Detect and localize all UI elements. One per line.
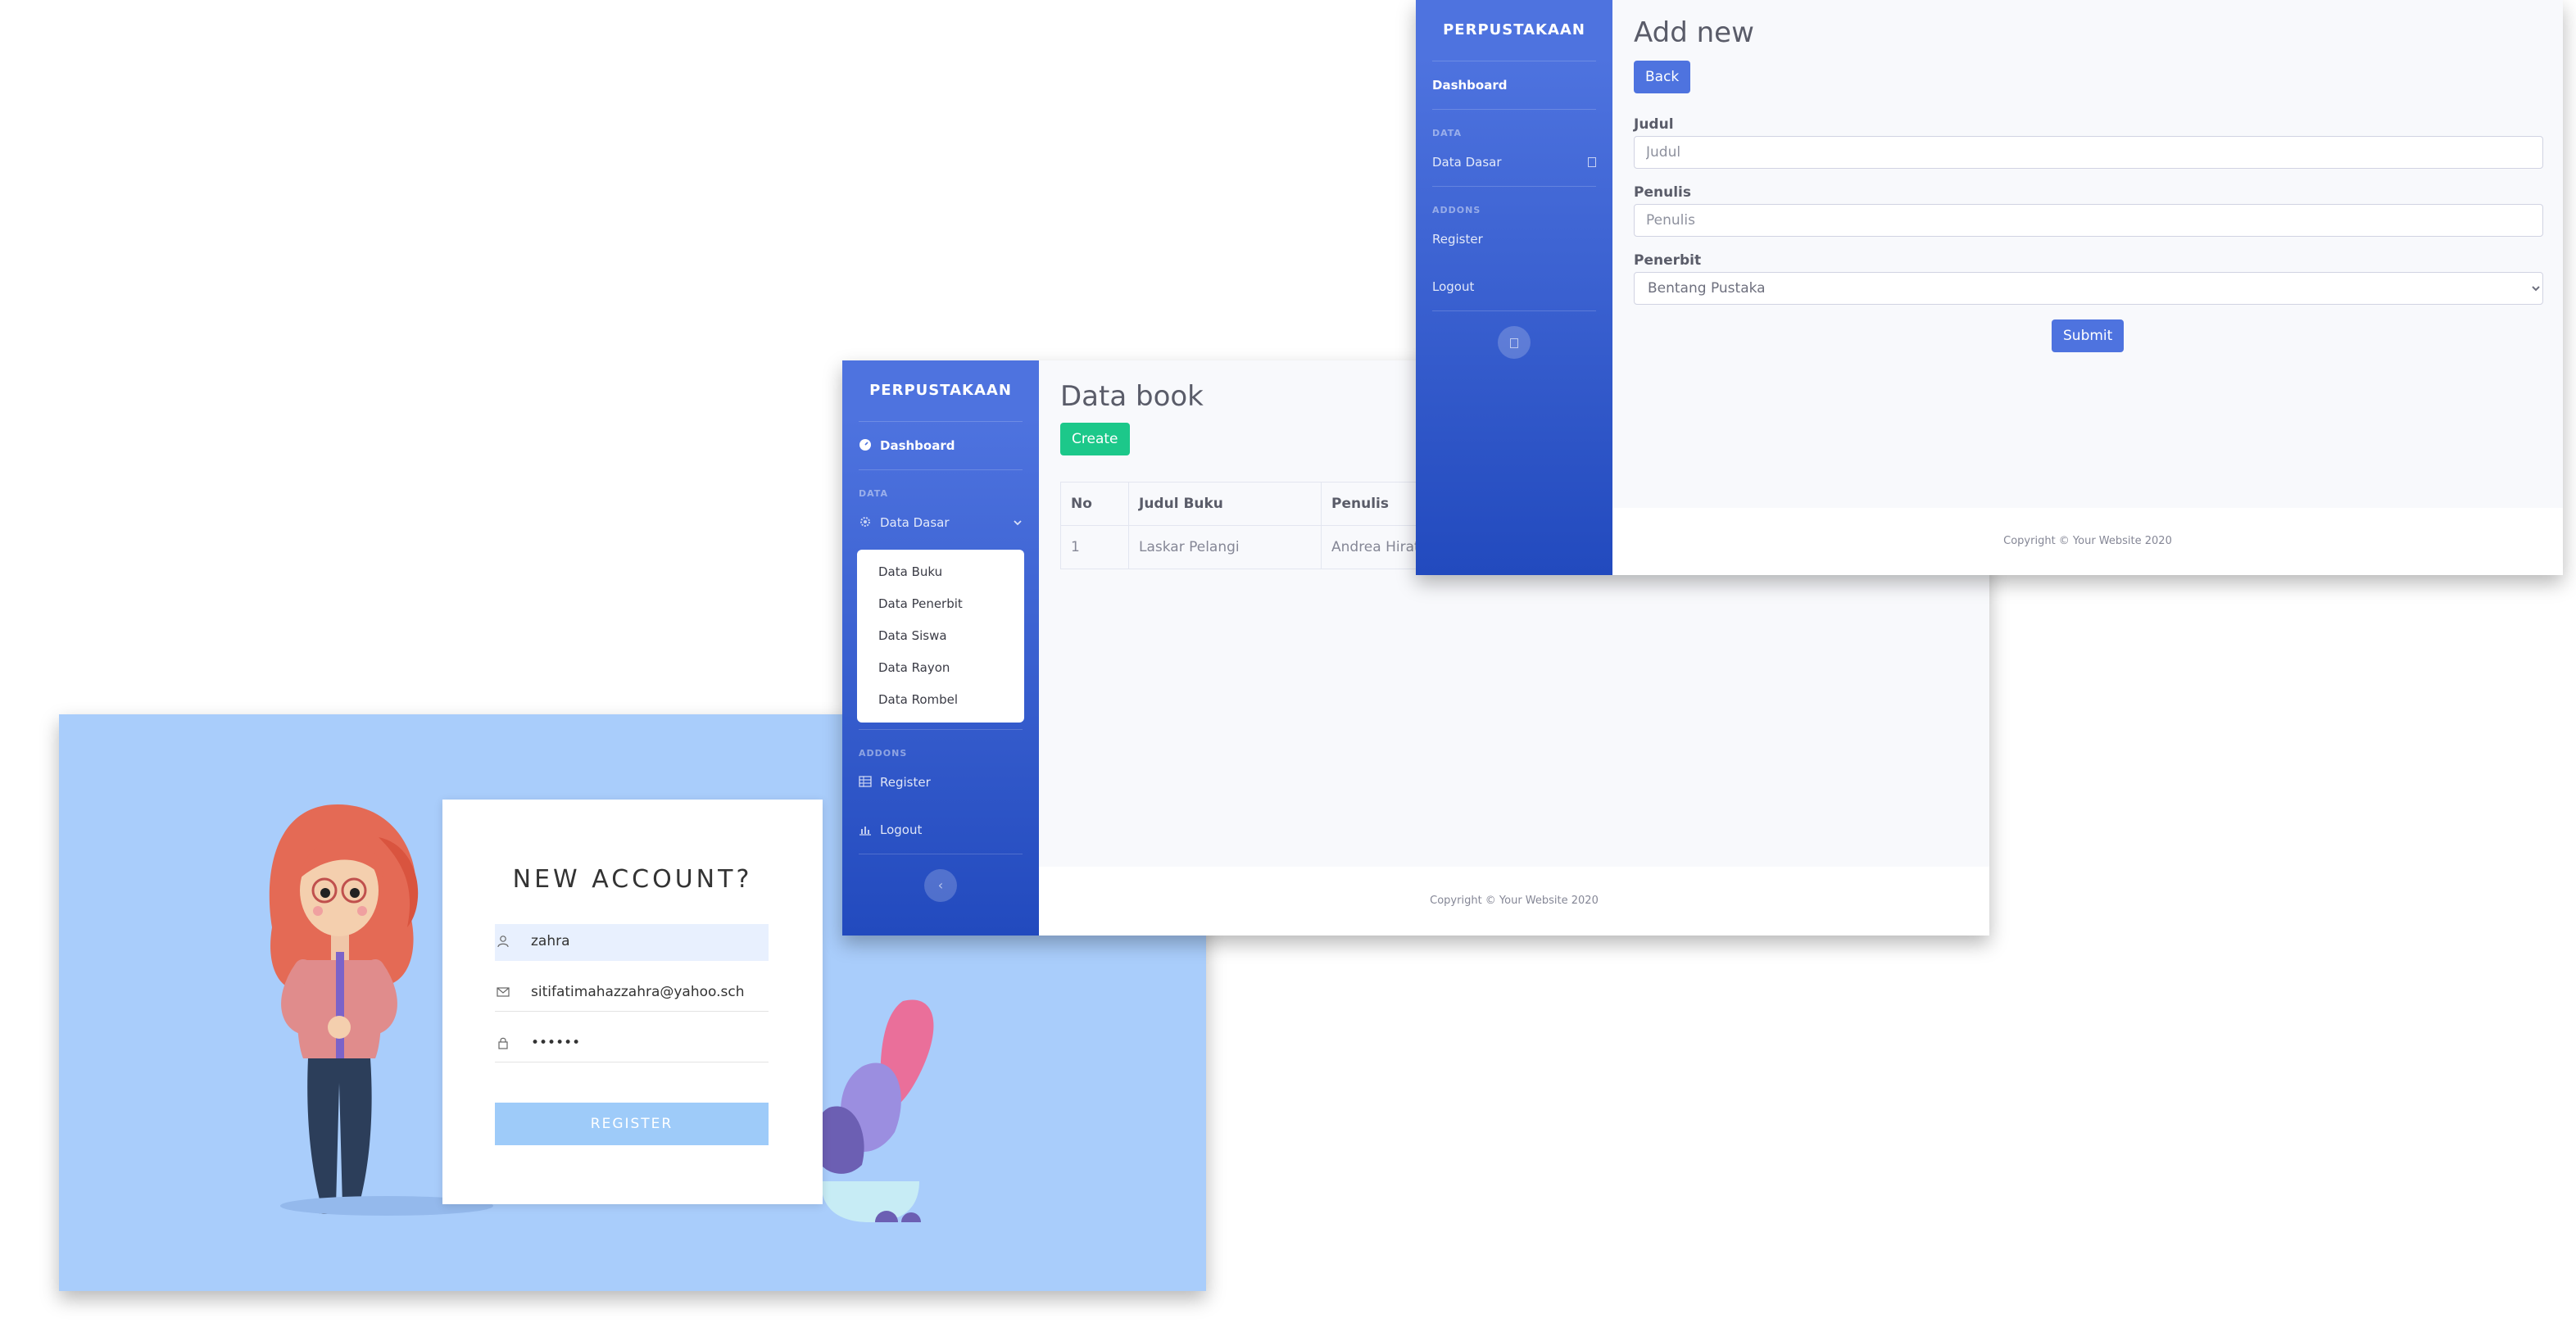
password-value: •••••• <box>531 1035 581 1051</box>
register-button[interactable]: REGISTER <box>495 1103 769 1145</box>
judul-label: Judul <box>1634 116 1674 133</box>
gauge-icon <box>859 439 871 451</box>
footer-copyright: Copyright © Your Website 2020 <box>1612 508 2563 575</box>
girl-illustration <box>269 804 419 1214</box>
sidebar-item-data-dasar[interactable]: Data Dasar <box>1416 138 1612 186</box>
penerbit-select[interactable]: Bentang Pustaka <box>1634 272 2543 305</box>
column-header: Judul Buku <box>1128 482 1322 526</box>
chevron-down-icon <box>1014 520 1022 526</box>
sidebar-item-register[interactable]: Register <box>1416 215 1612 263</box>
submit-button[interactable]: Submit <box>2052 319 2125 352</box>
main-content: Add new Back Judul Penulis Penerbit Bent… <box>1612 0 2563 575</box>
sidebar-item-register[interactable]: Register <box>842 759 1039 806</box>
submenu-item-data-rayon[interactable]: Data Rayon <box>857 652 1024 684</box>
footer-copyright: Copyright © Your Website 2020 <box>1039 867 1989 936</box>
sidebar-item-label: Dashboard <box>880 438 955 453</box>
back-button[interactable]: Back <box>1634 61 1691 93</box>
email-field[interactable]: sitifatimahazzahra@yahoo.sch <box>495 975 769 1012</box>
sidebar-divider <box>1432 310 1596 311</box>
table-icon <box>859 776 872 787</box>
password-field[interactable]: •••••• <box>495 1026 769 1062</box>
sidebar-brand[interactable]: PERPUSTAKAAN <box>1416 0 1612 61</box>
sidebar-item-label: Data Dasar <box>1432 155 1502 170</box>
sidebar-item-data-dasar[interactable]: Data Dasar <box>842 499 1039 546</box>
mail-icon <box>497 987 510 997</box>
username-value: zahra <box>531 933 570 949</box>
sidebar-item-dashboard[interactable]: Dashboard <box>842 422 1039 469</box>
sidebar-heading-data: DATA <box>859 488 888 499</box>
user-icon <box>497 936 509 948</box>
square-icon <box>1510 338 1518 348</box>
submenu-item-data-penerbit[interactable]: Data Penerbit <box>857 588 1024 620</box>
penulis-label: Penulis <box>1634 184 1691 201</box>
sidebar-heading-addons: ADDONS <box>859 748 908 759</box>
create-button[interactable]: Create <box>1060 423 1130 455</box>
sidebar-heading-data: DATA <box>1432 128 1462 138</box>
sidebar-heading-addons: ADDONS <box>1432 205 1481 215</box>
sidebar-item-label: Register <box>880 775 931 790</box>
penulis-input[interactable] <box>1634 204 2543 237</box>
username-field[interactable]: zahra <box>495 924 769 961</box>
email-value: sitifatimahazzahra@yahoo.sch <box>531 984 745 1000</box>
sidebar-toggle-button[interactable] <box>1498 326 1531 359</box>
sidebar-brand[interactable]: PERPUSTAKAAN <box>842 360 1039 421</box>
submenu-item-data-siswa[interactable]: Data Siswa <box>857 620 1024 652</box>
sidebar: PERPUSTAKAAN Dashboard DATA Data Dasar A… <box>1416 0 1612 575</box>
gear-icon <box>860 517 870 527</box>
sidebar-toggle-button[interactable]: ‹ <box>924 869 957 902</box>
register-card: NEW ACCOUNT? zahra sitifatimahazzahra@ya… <box>442 800 823 1204</box>
penerbit-label: Penerbit <box>1634 252 1702 269</box>
sidebar: PERPUSTAKAAN Dashboard DATA Data Dasar D… <box>842 360 1039 936</box>
judul-input[interactable] <box>1634 136 2543 169</box>
lock-icon <box>498 1037 508 1049</box>
sidebar-item-logout[interactable]: Logout <box>1416 263 1612 310</box>
page-title: Add new <box>1634 16 1754 49</box>
data-dasar-submenu: Data Buku Data Penerbit Data Siswa Data … <box>857 550 1024 723</box>
table-cell: Laskar Pelangi <box>1128 525 1322 569</box>
chart-icon <box>859 827 871 836</box>
register-title: NEW ACCOUNT? <box>512 865 753 894</box>
collapse-indicator-icon <box>1588 157 1596 167</box>
submenu-item-data-buku[interactable]: Data Buku <box>857 556 1024 588</box>
sidebar-item-dashboard[interactable]: Dashboard <box>1416 61 1612 109</box>
sidebar-item-label: Logout <box>880 822 923 837</box>
submenu-item-data-rombel[interactable]: Data Rombel <box>857 684 1024 716</box>
page-title: Data book <box>1060 380 1204 413</box>
sidebar-item-logout[interactable]: Logout <box>842 806 1039 854</box>
add-new-window: PERPUSTAKAAN Dashboard DATA Data Dasar A… <box>1416 0 2563 575</box>
table-cell: 1 <box>1060 525 1129 569</box>
sidebar-item-label: Data Dasar <box>880 515 950 530</box>
chevron-left-icon: ‹ <box>937 877 944 893</box>
column-header: No <box>1060 482 1129 526</box>
